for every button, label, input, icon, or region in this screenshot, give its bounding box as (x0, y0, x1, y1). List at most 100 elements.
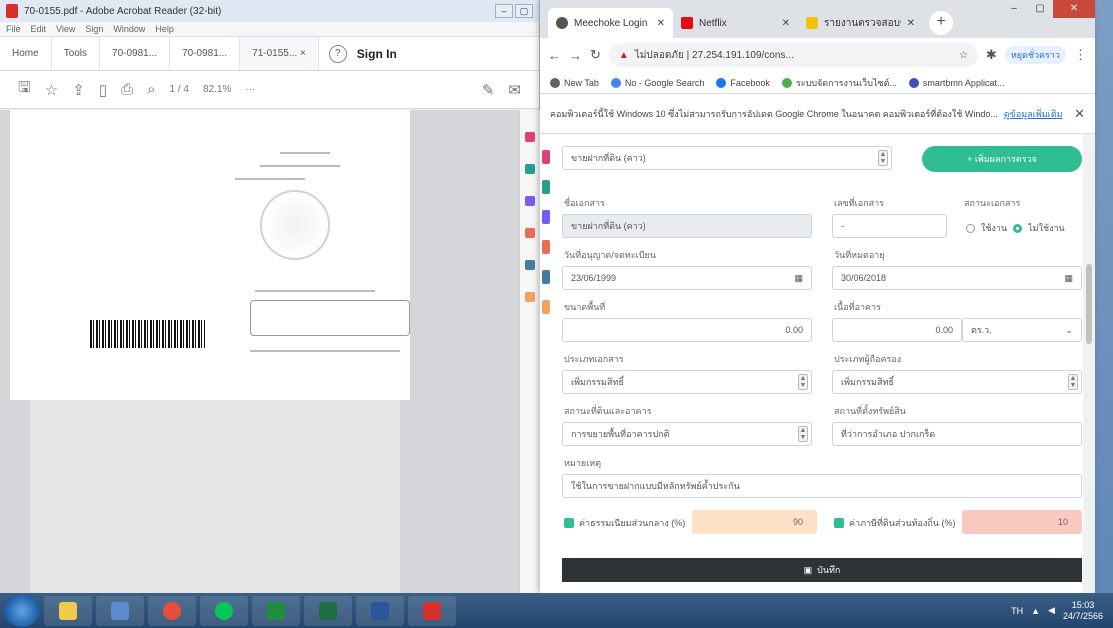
bookmark-item[interactable]: ระบบจัดการงานเว็บไซต์... (781, 76, 897, 90)
tool-icon[interactable] (525, 164, 535, 174)
mail-icon[interactable]: ✉ (508, 81, 521, 99)
holder-type-select[interactable]: เพิ่มกรรมสิทธิ์ ▲ ▼ (832, 370, 1082, 394)
menu-file[interactable]: File (6, 24, 21, 34)
unit-select[interactable]: ตร.ว. ⌄ (962, 318, 1082, 342)
star-icon[interactable]: ☆ (45, 81, 58, 99)
taskbar-app[interactable] (356, 595, 404, 626)
doc-category-select[interactable]: เพิ่มกรรมสิทธิ์ ▲ ▼ (562, 370, 812, 394)
nav-icon[interactable] (542, 270, 550, 284)
close-window-button[interactable]: ✕ (1053, 0, 1095, 18)
taskbar-app[interactable] (96, 595, 144, 626)
url-input[interactable]: ▲ ไม่ปลอดภัย | 27.254.191.109/cons... ☆ (608, 43, 978, 67)
minimize-button[interactable]: – (495, 4, 513, 18)
expire-date-input[interactable]: 30/06/2018 ▦ (832, 266, 1082, 290)
nav-icon[interactable] (542, 180, 550, 194)
local-tax-percent-input[interactable]: 10 (962, 510, 1082, 534)
central-fee-checkbox[interactable]: ค่าธรรมเนียมส่วนกลาง (%) (564, 516, 685, 530)
volume-icon[interactable]: ◀ (1048, 605, 1055, 616)
taskbar-app[interactable] (252, 595, 300, 626)
taskbar-app[interactable] (44, 595, 92, 626)
nav-icon[interactable] (542, 240, 550, 254)
chrome-tab-login[interactable]: Meechoke Login ✕ (548, 8, 673, 38)
menu-help[interactable]: Help (155, 24, 174, 34)
bookmark-item[interactable]: No - Google Search (610, 77, 704, 88)
taskbar-app[interactable] (408, 595, 456, 626)
infobar-link[interactable]: ดูข้อมูลเพิ่มเติม (1004, 107, 1063, 121)
help-icon[interactable]: ? (328, 44, 347, 63)
nav-icon[interactable] (542, 210, 550, 224)
add-result-button[interactable]: + เพิ่มผลการตรวจ (922, 146, 1082, 172)
maximize-button[interactable]: ▢ (1027, 0, 1053, 18)
bookmark-item[interactable]: New Tab (550, 77, 599, 88)
save-button[interactable]: ▣ บันทึก (562, 558, 1082, 582)
close-icon[interactable]: ✕ (1074, 106, 1085, 122)
page-scrollbar[interactable] (1083, 134, 1095, 593)
taskbar-app[interactable] (148, 595, 196, 626)
minimize-button[interactable]: – (1001, 0, 1027, 18)
bookmark-item[interactable]: smartbmn Applicat... (908, 77, 1004, 88)
sign-icon[interactable]: ✎ (482, 81, 495, 99)
menu-view[interactable]: View (56, 24, 75, 34)
chrome-tab-netflix[interactable]: Netflix ✕ (673, 8, 798, 38)
document-viewer[interactable] (0, 110, 520, 600)
taskbar-app[interactable] (304, 595, 352, 626)
bookmark-star-icon[interactable]: ☆ (959, 50, 968, 61)
menu-sign[interactable]: Sign (85, 24, 103, 34)
zoom-level[interactable]: 82.1% (203, 84, 231, 95)
document-type-select[interactable]: ขายฝากที่ดิน (คาว) ▲ ▼ (562, 146, 892, 170)
tool-icon[interactable] (525, 292, 535, 302)
new-tab-button[interactable]: + (929, 11, 953, 35)
nav-icon[interactable] (542, 300, 550, 314)
location-input[interactable]: ที่ว่าการอำเภอ ปากเกร็ด (832, 422, 1082, 446)
search-icon[interactable]: ⌕ (147, 81, 155, 98)
tab-doc-3[interactable]: 71-0155... × (240, 37, 319, 70)
close-icon[interactable]: ✕ (907, 18, 915, 29)
doc-name-input[interactable]: ขายฝากที่ดิน (คาว) (562, 214, 812, 238)
tab-tools[interactable]: Tools (52, 37, 101, 70)
tool-icon[interactable] (525, 260, 535, 270)
tab-doc-1[interactable]: 70-0981... (100, 37, 171, 70)
building-area-input[interactable]: 0.00 (832, 318, 962, 342)
tool-icon[interactable] (525, 196, 535, 206)
scroll-thumb[interactable] (1086, 264, 1092, 344)
issue-date-input[interactable]: 23/06/1999 ▦ (562, 266, 812, 290)
menu-window[interactable]: Window (113, 24, 145, 34)
chrome-tab-report[interactable]: รายงานตรวจสอบข้อมูล ✕ (798, 8, 923, 38)
maximize-button[interactable]: ▢ (515, 4, 533, 18)
tab-doc-2[interactable]: 70-0981... (170, 37, 241, 70)
tool-icon[interactable] (525, 228, 535, 238)
network-icon[interactable]: ▲ (1031, 606, 1040, 616)
tab-home[interactable]: Home (0, 37, 52, 70)
nav-icon[interactable] (542, 150, 550, 164)
print-icon[interactable]: ⎙ (121, 81, 133, 98)
tool-icon[interactable] (525, 132, 535, 142)
close-icon[interactable]: ✕ (657, 18, 665, 29)
note-input[interactable]: ใช้ในการขายฝากแบบมีหลักทรัพย์ค้ำประกัน (562, 474, 1082, 498)
file-icon[interactable]: ▯ (99, 81, 107, 99)
back-icon[interactable]: ← (548, 48, 561, 63)
extensions-icon[interactable]: ✱ (986, 47, 997, 63)
radio-active[interactable] (966, 223, 975, 233)
start-button[interactable] (4, 594, 40, 627)
local-tax-checkbox[interactable]: ค่าภาษีที่ดินส่วนท้องถิ่น (%) (834, 516, 955, 530)
area-input[interactable]: 0.00 (562, 318, 812, 342)
upload-icon[interactable]: ⇪ (72, 81, 85, 99)
forward-icon[interactable]: → (569, 48, 582, 63)
taskbar-app[interactable] (200, 595, 248, 626)
clock[interactable]: 15:03 24/7/2566 (1063, 600, 1103, 622)
more-icon[interactable]: ··· (245, 84, 255, 95)
bookmark-item[interactable]: Facebook (716, 77, 770, 88)
doc-no-input[interactable]: - (832, 214, 947, 238)
save-icon[interactable]: 🖫 (18, 77, 31, 102)
central-fee-percent-input[interactable]: 90 (692, 510, 817, 534)
sign-in-button[interactable]: Sign In (357, 47, 397, 61)
page-indicator[interactable]: 1 / 4 (170, 84, 189, 95)
menu-icon[interactable]: ⋮ (1074, 47, 1087, 63)
reload-icon[interactable]: ↻ (590, 47, 601, 63)
close-icon[interactable]: ✕ (782, 18, 790, 29)
profile-button[interactable]: หยุดชั่วคราว (1004, 46, 1066, 64)
menu-edit[interactable]: Edit (31, 24, 47, 34)
land-status-select[interactable]: การขยายพื้นที่อาคารปกติ ▲ ▼ (562, 422, 812, 446)
radio-inactive[interactable] (1013, 223, 1023, 233)
language-indicator[interactable]: TH (1011, 606, 1023, 616)
